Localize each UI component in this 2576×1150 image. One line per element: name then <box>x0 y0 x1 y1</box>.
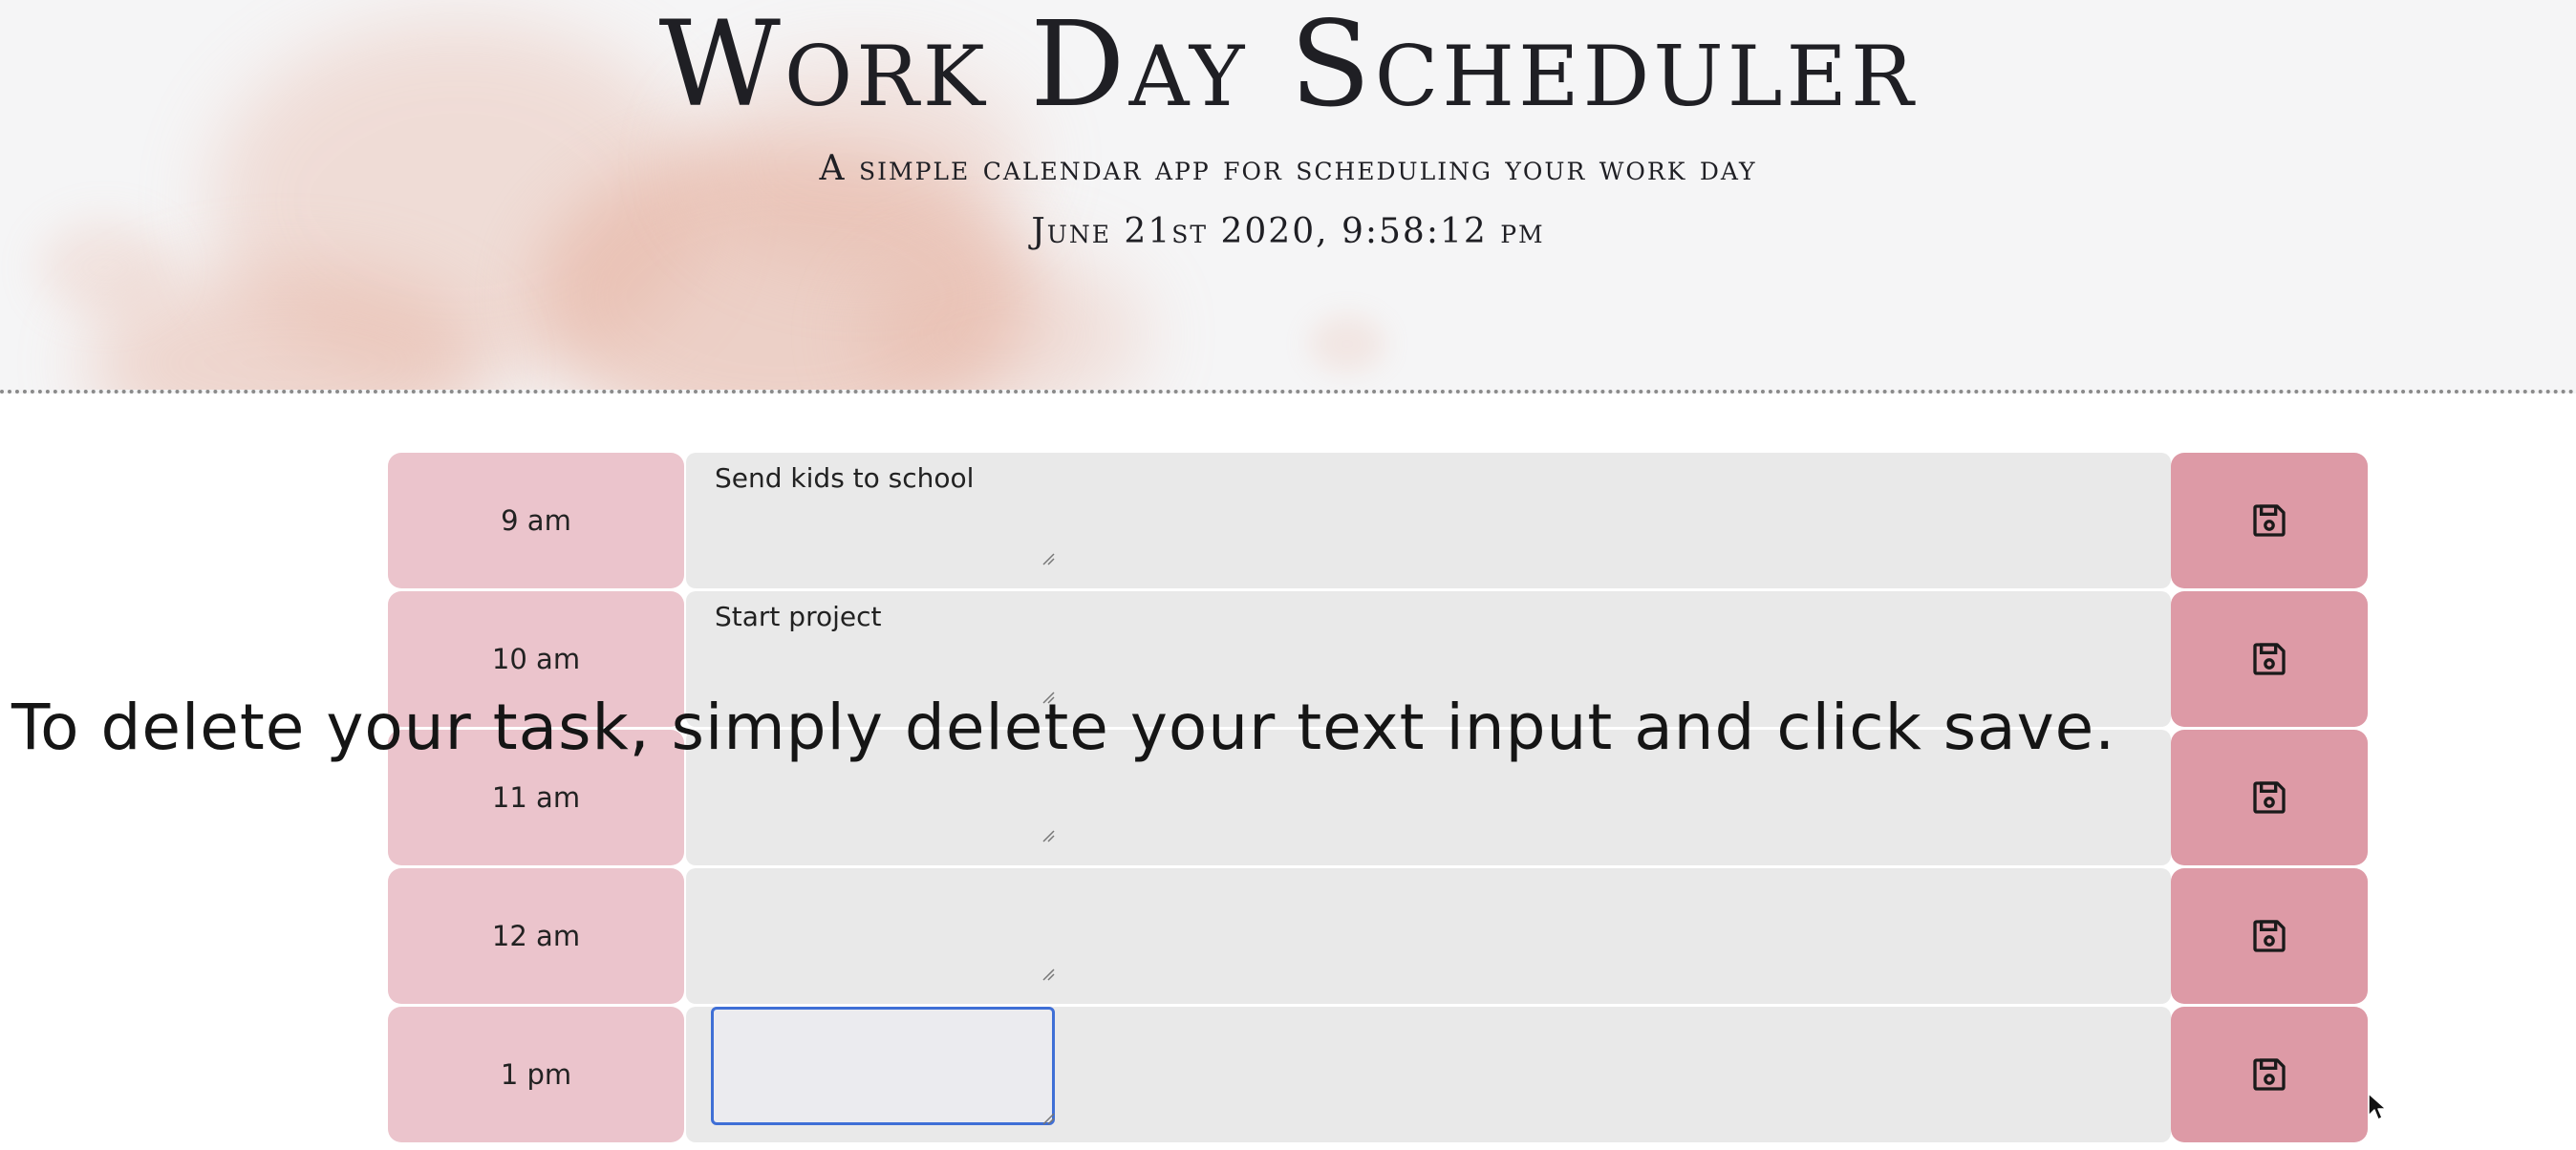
delete-instructions-overlay: To delete your task, simply delete your … <box>11 691 2116 764</box>
save-button[interactable] <box>2171 1007 2368 1142</box>
resize-handle-icon[interactable] <box>1040 550 1055 565</box>
page-subtitle: A simple calendar app for scheduling you… <box>819 149 1757 188</box>
save-button[interactable] <box>2171 591 2368 727</box>
save-button[interactable] <box>2171 868 2368 1004</box>
save-button[interactable] <box>2171 730 2368 865</box>
task-textarea[interactable]: Send kids to school <box>711 462 1055 565</box>
hour-label: 12 am <box>388 868 684 1004</box>
page-title: Work Day Scheduler <box>658 0 1918 134</box>
task-textarea[interactable] <box>711 878 1055 981</box>
time-block-row: 12 am <box>388 868 2368 1004</box>
task-textarea[interactable] <box>711 1007 1055 1125</box>
floppy-disk-icon <box>2253 781 2286 814</box>
time-block-row: 9 am Send kids to school <box>388 453 2368 588</box>
floppy-disk-icon <box>2253 643 2286 675</box>
task-textarea[interactable]: Start project <box>711 601 1055 704</box>
save-button[interactable] <box>2171 453 2368 588</box>
floppy-disk-icon <box>2253 920 2286 952</box>
task-area <box>686 1007 2171 1142</box>
mouse-pointer-icon <box>2368 1093 2387 1120</box>
hour-label: 9 am <box>388 453 684 588</box>
watercolor-cloud <box>1309 315 1385 373</box>
current-datetime: June 21st 2020, 9:58:12 pm <box>1031 212 1545 251</box>
floppy-disk-icon <box>2253 1058 2286 1091</box>
resize-handle-icon[interactable] <box>1040 1110 1055 1125</box>
header: Work Day Scheduler A simple calendar app… <box>0 0 2576 394</box>
floppy-disk-icon <box>2253 504 2286 537</box>
task-area: Send kids to school <box>686 453 2171 588</box>
resize-handle-icon[interactable] <box>1040 827 1055 842</box>
task-area <box>686 868 2171 1004</box>
hour-label: 1 pm <box>388 1007 684 1142</box>
time-block-row: 1 pm <box>388 1007 2368 1142</box>
resize-handle-icon[interactable] <box>1040 966 1055 981</box>
